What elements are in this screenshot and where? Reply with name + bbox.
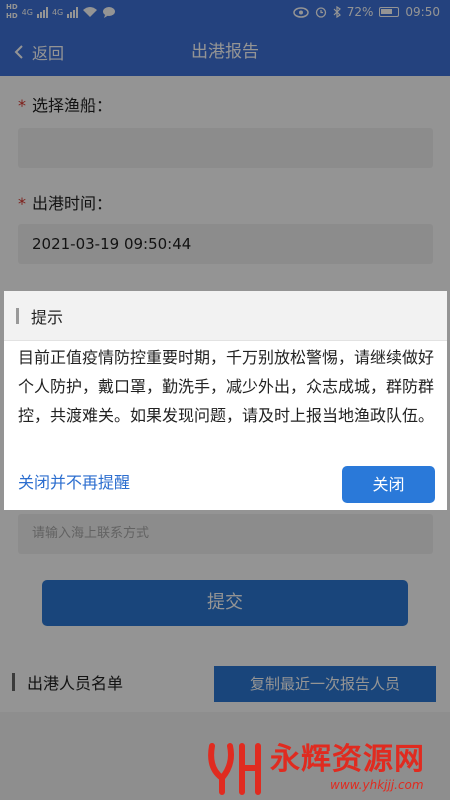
dialog-title: 提示 (31, 307, 64, 327)
dialog-message: 目前正值疫情防控重要时期，千万别放松警惕，请继续做好个人防护，戴口罩，勤洗手，减… (18, 348, 435, 425)
watermark: 永辉资源网 www.yhkjjj.com (204, 736, 448, 798)
section-marker (16, 307, 19, 324)
dialog-header: 提示 (4, 291, 447, 341)
watermark-name: 永辉资源网 (270, 742, 425, 777)
close-button[interactable]: 关闭 (342, 466, 435, 503)
yh-logo-icon (208, 743, 261, 795)
notice-dialog: 提示 目前正值疫情防控重要时期，千万别放松警惕，请继续做好个人防护，戴口罩，勤洗… (4, 291, 447, 510)
dismiss-forever-link[interactable]: 关闭并不再提醒 (18, 469, 130, 493)
watermark-url: www.yhkjjj.com (330, 778, 424, 792)
